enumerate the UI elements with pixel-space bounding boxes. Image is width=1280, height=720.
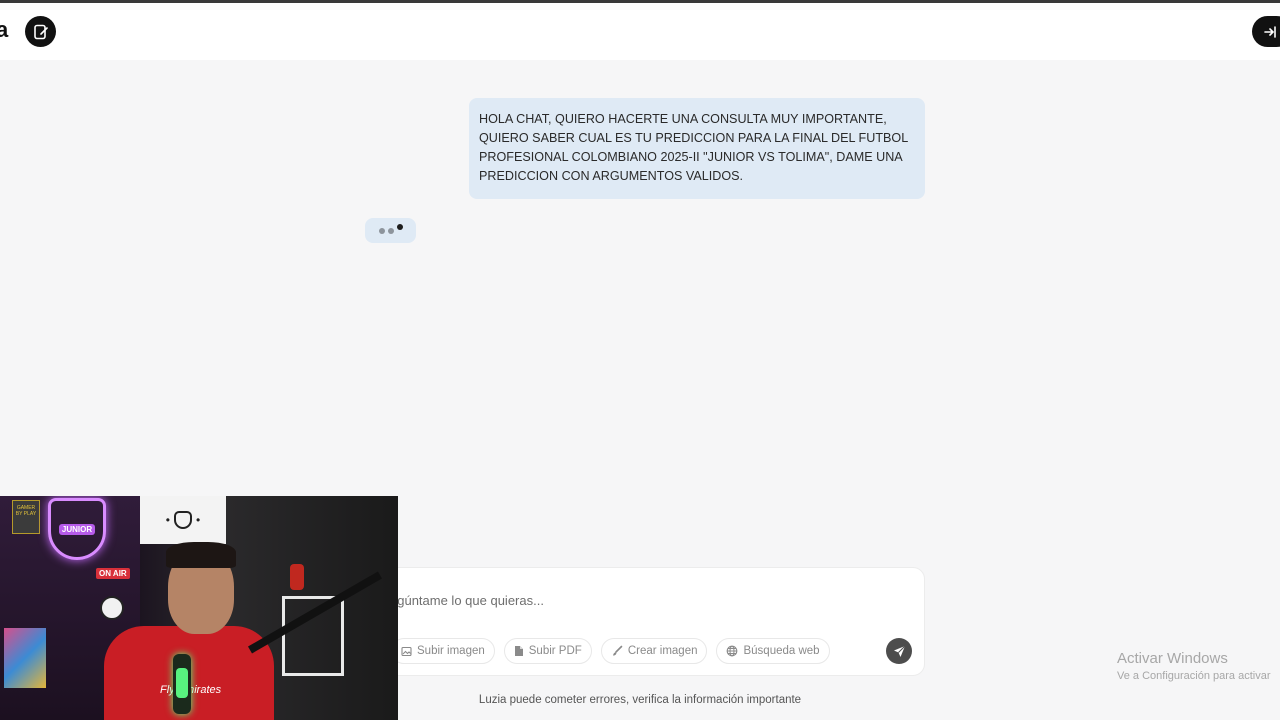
person-hair xyxy=(166,542,236,568)
web-search-button[interactable]: Búsqueda web xyxy=(716,638,830,664)
app-logo: a xyxy=(0,17,9,42)
microphone-glow xyxy=(176,668,188,698)
dot-icon: • xyxy=(165,513,170,527)
club-badge-icon xyxy=(174,511,192,529)
upload-pdf-button[interactable]: Subir PDF xyxy=(503,638,592,664)
upload-image-button[interactable]: Subir imagen xyxy=(391,638,495,664)
composer-tools: Subir imagen Subir PDF Crear imagen Búsq… xyxy=(391,638,830,664)
poster-text: GAMER BY PLAY xyxy=(15,505,37,517)
user-message-bubble: HOLA CHAT, QUIERO HACERTE UNA CONSULTA M… xyxy=(469,98,925,199)
create-image-button[interactable]: Crear imagen xyxy=(600,638,708,664)
windows-activation-watermark: Activar Windows Ve a Configuración para … xyxy=(1117,650,1270,682)
web-search-label: Búsqueda web xyxy=(743,645,820,657)
app-header: a xyxy=(0,3,1280,60)
neon-shield-sign: JUNIOR xyxy=(48,498,106,560)
message-input[interactable] xyxy=(377,590,877,610)
watermark-title: Activar Windows xyxy=(1117,650,1228,667)
upload-image-label: Subir imagen xyxy=(417,645,485,657)
badge-sign: • • xyxy=(140,496,226,544)
webcam-poster: GAMER BY PLAY xyxy=(12,500,40,534)
new-chat-button[interactable] xyxy=(25,16,56,47)
shield-text: JUNIOR xyxy=(58,523,96,535)
login-button[interactable] xyxy=(1252,16,1280,47)
typing-dot xyxy=(396,223,403,230)
new-chat-icon xyxy=(33,24,48,39)
upload-pdf-label: Subir PDF xyxy=(528,645,582,657)
globe-icon xyxy=(727,645,738,657)
soccer-ball-icon xyxy=(100,596,124,620)
login-icon xyxy=(1264,25,1276,38)
message-composer: Subir imagen Subir PDF Crear imagen Búsq… xyxy=(356,567,925,676)
create-image-label: Crear imagen xyxy=(627,645,698,657)
send-button[interactable] xyxy=(886,638,912,664)
typing-dot xyxy=(378,227,385,234)
typing-dot xyxy=(387,227,394,234)
wall-art xyxy=(4,628,46,688)
figurine xyxy=(290,564,304,590)
assistant-typing-indicator xyxy=(365,218,416,243)
pdf-icon xyxy=(514,646,523,656)
watermark-subtitle: Ve a Configuración para activar xyxy=(1117,670,1271,682)
webcam-overlay: GAMER BY PLAY JUNIOR ON AIR • • Fly Emir… xyxy=(0,496,398,720)
on-air-sign: ON AIR xyxy=(96,568,130,579)
brush-icon xyxy=(612,645,623,656)
send-icon xyxy=(893,645,905,657)
dot-icon: • xyxy=(196,513,201,527)
image-icon xyxy=(401,646,412,656)
